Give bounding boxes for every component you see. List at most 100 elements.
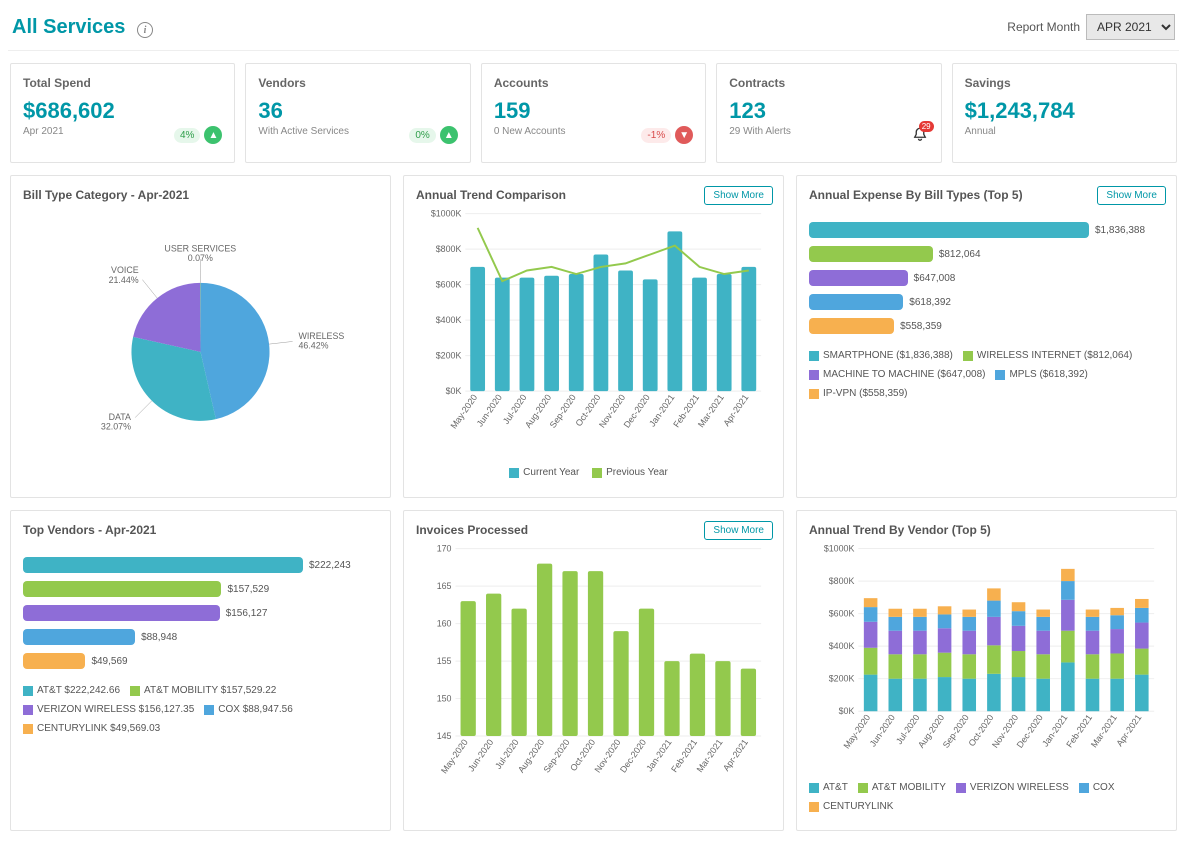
svg-text:Jun-2020: Jun-2020: [868, 713, 897, 749]
chart-legend: Current Year Previous Year: [416, 465, 771, 484]
panel-bill-type: Bill Type Category - Apr-2021 WIRELESS46…: [10, 175, 391, 498]
arrow-up-icon: ▲: [204, 126, 222, 144]
panel-title: Bill Type Category - Apr-2021: [23, 188, 378, 202]
legend-item: MPLS ($618,392): [995, 367, 1087, 383]
svg-text:$600K: $600K: [829, 609, 855, 619]
kpi-value: 123: [729, 98, 928, 124]
svg-text:0.07%: 0.07%: [188, 253, 213, 263]
svg-text:Jun-2020: Jun-2020: [466, 737, 495, 773]
svg-text:160: 160: [437, 619, 452, 629]
kpi-label: Contracts: [729, 76, 928, 90]
hbar-row: $558,359: [809, 318, 1164, 334]
svg-text:145: 145: [437, 731, 452, 741]
svg-text:VOICE: VOICE: [111, 265, 139, 275]
hbar-chart: $222,243$157,529$156,127$88,948$49,569: [23, 557, 378, 669]
info-icon[interactable]: i: [137, 22, 153, 38]
legend-item: COX: [1079, 780, 1115, 796]
hbar-row: $812,064: [809, 246, 1164, 262]
panel-annual-trend: Annual Trend Comparison Show More $0K$20…: [403, 175, 784, 498]
svg-text:WIRELESS: WIRELESS: [298, 331, 344, 341]
svg-text:$800K: $800K: [436, 244, 462, 254]
svg-text:Apr-2021: Apr-2021: [721, 737, 750, 773]
chart-legend: AT&TAT&T MOBILITYVERIZON WIRELESSCOXCENT…: [809, 780, 1164, 818]
report-month-dropdown[interactable]: APR 2021: [1086, 14, 1175, 40]
show-more-button[interactable]: Show More: [704, 521, 773, 540]
pct-badge: -1%: [641, 128, 671, 143]
svg-text:46.42%: 46.42%: [298, 341, 328, 351]
legend-item: CENTURYLINK: [809, 799, 893, 815]
kpi-total-spend[interactable]: Total Spend $686,602 Apr 2021 4% ▲: [10, 63, 235, 163]
svg-text:$0K: $0K: [446, 386, 462, 396]
hbar-row: $156,127: [23, 605, 378, 621]
kpi-accounts[interactable]: Accounts 159 0 New Accounts -1% ▼: [481, 63, 706, 163]
panel-invoices: Invoices Processed Show More 14515015516…: [403, 510, 784, 831]
svg-text:155: 155: [437, 656, 452, 666]
hbar-row: $618,392: [809, 294, 1164, 310]
svg-text:May-2020: May-2020: [841, 713, 872, 751]
hbar-chart: $1,836,388$812,064$647,008$618,392$558,3…: [809, 222, 1164, 334]
svg-text:$200K: $200K: [436, 351, 462, 361]
svg-text:$400K: $400K: [436, 315, 462, 325]
svg-text:$1000K: $1000K: [431, 209, 462, 219]
svg-text:$1000K: $1000K: [824, 543, 855, 553]
panel-title: Top Vendors - Apr-2021: [23, 523, 378, 537]
kpi-label: Total Spend: [23, 76, 222, 90]
svg-text:Apr-2021: Apr-2021: [1114, 713, 1143, 749]
panel-annual-expense: Annual Expense By Bill Types (Top 5) Sho…: [796, 175, 1177, 498]
svg-text:165: 165: [437, 581, 452, 591]
kpi-label: Vendors: [258, 76, 457, 90]
svg-text:$800K: $800K: [829, 576, 855, 586]
legend-item: VERIZON WIRELESS: [956, 780, 1069, 796]
svg-text:Sep-2020: Sep-2020: [541, 737, 571, 774]
kpi-value: 36: [258, 98, 457, 124]
svg-text:DATA: DATA: [109, 412, 131, 422]
panel-trend-vendor: Annual Trend By Vendor (Top 5) $0K$200K$…: [796, 510, 1177, 831]
legend-item: SMARTPHONE ($1,836,388): [809, 348, 953, 364]
kpi-sub: Annual: [965, 126, 1164, 137]
svg-text:$600K: $600K: [436, 280, 462, 290]
arrow-down-icon: ▼: [675, 126, 693, 144]
panel-row-1: Bill Type Category - Apr-2021 WIRELESS46…: [0, 175, 1187, 510]
svg-text:21.44%: 21.44%: [109, 275, 139, 285]
svg-text:$400K: $400K: [829, 641, 855, 651]
kpi-sub: 29 With Alerts: [729, 126, 928, 137]
legend-item: WIRELESS INTERNET ($812,064): [963, 348, 1132, 364]
svg-text:USER SERVICES: USER SERVICES: [164, 243, 236, 253]
legend-item: VERIZON WIRELESS $156,127.35: [23, 702, 194, 718]
svg-text:Mar-2021: Mar-2021: [695, 737, 725, 774]
hbar-row: $157,529: [23, 581, 378, 597]
svg-text:32.07%: 32.07%: [101, 422, 131, 432]
report-month-selector: Report Month APR 2021: [1007, 14, 1175, 40]
panel-top-vendors: Top Vendors - Apr-2021 $222,243 $157,529 $…: [10, 510, 391, 831]
page-title-text: All Services: [12, 16, 125, 38]
kpi-contracts[interactable]: Contracts 123 29 With Alerts 29: [716, 63, 941, 163]
legend-item: AT&T MOBILITY $157,529.22: [130, 683, 276, 699]
kpi-label: Savings: [965, 76, 1164, 90]
legend-item: AT&T MOBILITY: [858, 780, 946, 796]
kpi-vendors[interactable]: Vendors 36 With Active Services 0% ▲: [245, 63, 470, 163]
hbar-row: $1,836,388: [809, 222, 1164, 238]
arrow-up-icon: ▲: [440, 126, 458, 144]
chart-legend: SMARTPHONE ($1,836,388) WIRELESS INTERNET…: [809, 348, 1164, 405]
kpi-label: Accounts: [494, 76, 693, 90]
svg-text:$200K: $200K: [829, 674, 855, 684]
svg-text:150: 150: [437, 694, 452, 704]
legend-item: AT&T $222,242.66: [23, 683, 120, 699]
show-more-button[interactable]: Show More: [704, 186, 773, 205]
show-more-button[interactable]: Show More: [1097, 186, 1166, 205]
alert-count: 29: [919, 121, 934, 132]
svg-text:Dec-2020: Dec-2020: [618, 737, 648, 774]
chart-legend: AT&T $222,242.66 AT&T MOBILITY $157,529.2…: [23, 683, 378, 740]
hbar-row: $222,243: [23, 557, 378, 573]
bar-chart: 145150155160165170May-2020Jun-2020Jul-20…: [416, 537, 771, 797]
hbar-row: $88,948: [23, 629, 378, 645]
kpi-row: Total Spend $686,602 Apr 2021 4% ▲ Vendo…: [0, 63, 1187, 175]
svg-text:$0K: $0K: [839, 706, 855, 716]
bell-icon[interactable]: 29: [911, 126, 929, 144]
page-title: All Services i: [12, 16, 153, 39]
legend-item: IP-VPN ($558,359): [809, 386, 908, 402]
divider: [8, 50, 1179, 51]
legend-item: MACHINE TO MACHINE ($647,008): [809, 367, 985, 383]
pct-badge: 4%: [174, 128, 200, 143]
kpi-savings[interactable]: Savings $1,243,784 Annual: [952, 63, 1177, 163]
